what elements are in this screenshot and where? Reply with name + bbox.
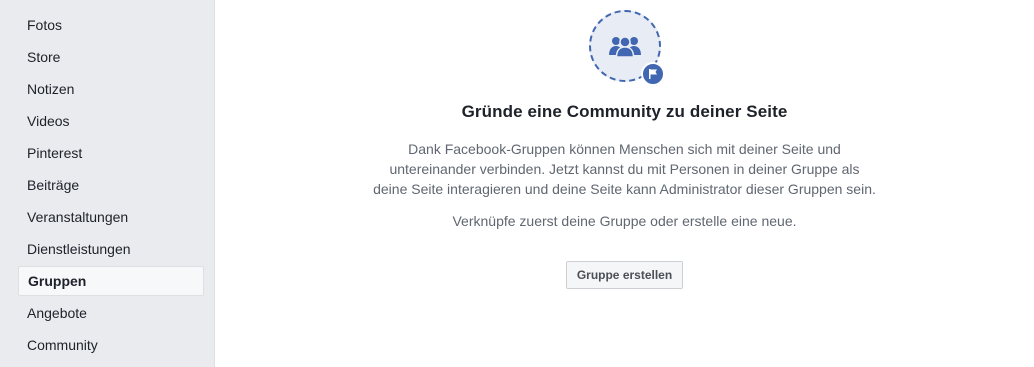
sidebar-item-angebote[interactable]: Angebote [18, 298, 204, 328]
sidebar-item-pinterest[interactable]: Pinterest [18, 138, 204, 168]
sidebar-item-beitraege[interactable]: Beiträge [18, 170, 204, 200]
app-root: Fotos Store Notizen Videos Pinterest Bei… [0, 0, 1034, 367]
flag-icon [648, 69, 657, 79]
sidebar-item-label: Beiträge [27, 177, 80, 193]
flag-badge [640, 62, 665, 86]
hint-text: Verknüpfe zuerst deine Gruppe oder erste… [452, 213, 797, 229]
sidebar-item-store[interactable]: Store [18, 42, 204, 72]
group-icon [608, 36, 641, 57]
sidebar-item-label: Fotos [27, 17, 63, 33]
sidebar-item-label: Videos [27, 113, 70, 129]
sidebar-item-fotos[interactable]: Fotos [18, 10, 204, 40]
sidebar-item-dienstleistungen[interactable]: Dienstleistungen [18, 234, 204, 264]
sidebar-item-label: Pinterest [27, 145, 83, 161]
sidebar-item-gruppen[interactable]: Gruppen [18, 266, 204, 296]
sidebar-item-label: Dienstleistungen [27, 241, 131, 257]
sidebar-item-label: Veranstaltungen [27, 209, 129, 225]
groups-empty-state: Gründe eine Community zu deiner Seite Da… [215, 0, 1034, 289]
sidebar-item-label: Angebote [27, 305, 87, 321]
sidebar-item-label: Community [27, 337, 98, 353]
description-line: Dank Facebook-Gruppen können Menschen si… [408, 141, 841, 157]
sidebar-item-community[interactable]: Community [18, 330, 204, 360]
sidebar-item-veranstaltungen[interactable]: Veranstaltungen [18, 202, 204, 232]
sidebar-item-label: Store [27, 49, 61, 65]
groups-illustration [588, 10, 665, 86]
sidebar: Fotos Store Notizen Videos Pinterest Bei… [0, 0, 215, 367]
description-line: untereinander verbinden. Jetzt kannst du… [389, 161, 860, 177]
sidebar-item-label: Gruppen [28, 273, 87, 289]
create-group-button[interactable]: Gruppe erstellen [565, 261, 684, 289]
sidebar-item-videos[interactable]: Videos [18, 106, 204, 136]
sidebar-item-label: Notizen [27, 81, 75, 97]
main-content: Gründe eine Community zu deiner Seite Da… [215, 0, 1034, 367]
sidebar-item-notizen[interactable]: Notizen [18, 74, 204, 104]
description: Dank Facebook-Gruppen können Menschen si… [355, 139, 895, 199]
description-line: deine Seite interagieren und deine Seite… [373, 181, 876, 197]
page-title: Gründe eine Community zu deiner Seite [461, 102, 788, 121]
